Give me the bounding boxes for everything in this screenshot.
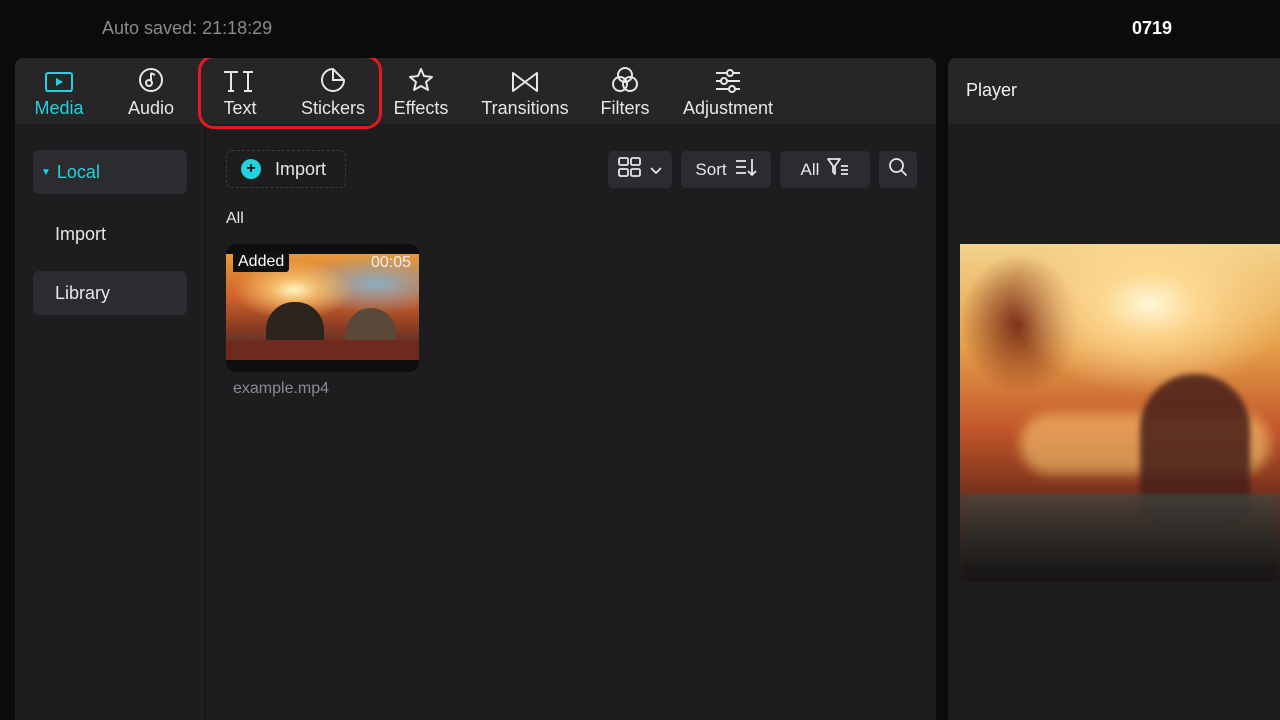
grid-view-icon <box>618 157 642 182</box>
media-sidebar: ▼ Local Import Library <box>15 124 206 720</box>
tab-audio[interactable]: Audio <box>119 58 183 124</box>
sort-button[interactable]: Sort <box>681 151 771 188</box>
import-button[interactable]: + Import <box>226 150 346 188</box>
text-icon <box>222 58 258 96</box>
sort-icon <box>735 157 757 182</box>
sidebar-item-library[interactable]: Library <box>33 271 187 315</box>
tab-transitions-label: Transitions <box>481 98 569 118</box>
media-icon <box>44 58 74 96</box>
tab-filters-label: Filters <box>600 98 650 118</box>
filter-button-label: All <box>800 159 820 179</box>
added-badge: Added <box>233 252 290 272</box>
tab-text-label: Text <box>223 98 257 118</box>
search-button[interactable] <box>879 151 917 188</box>
audio-icon <box>137 58 165 96</box>
chevron-down-icon <box>650 160 662 180</box>
tab-media[interactable]: Media <box>27 58 91 124</box>
filter-icon <box>827 157 849 182</box>
media-filename: example.mp4 <box>233 380 330 397</box>
sort-button-label: Sort <box>695 159 727 179</box>
section-label-all: All <box>226 210 244 227</box>
project-name[interactable]: 0719 <box>1132 18 1172 39</box>
sidebar-item-label: Local <box>56 161 100 182</box>
sidebar-item-import[interactable]: Import <box>33 212 187 256</box>
player-title: Player <box>966 80 1018 100</box>
player-preview[interactable] <box>960 244 1280 582</box>
sidebar-item-label: Library <box>55 282 111 303</box>
sidebar-item-label: Import <box>55 223 107 244</box>
tab-media-label: Media <box>34 98 84 118</box>
tab-filters[interactable]: Filters <box>593 58 657 124</box>
stickers-icon <box>319 58 347 96</box>
search-icon <box>888 157 908 182</box>
tab-text[interactable]: Text <box>208 58 272 124</box>
duration-label: 00:05 <box>370 254 411 271</box>
tab-audio-label: Audio <box>127 98 175 118</box>
tab-effects[interactable]: Effects <box>387 58 455 124</box>
adjustment-icon <box>713 58 743 96</box>
media-content: + Import Sort All All Added 00:05 exampl… <box>207 124 936 720</box>
tab-transitions[interactable]: Transitions <box>473 58 577 124</box>
tab-stickers-label: Stickers <box>300 98 365 118</box>
filter-button[interactable]: All <box>780 151 870 188</box>
transitions-icon <box>510 58 540 96</box>
asset-toolbar: Media Audio Text Stickers Effects Transi… <box>15 58 936 124</box>
tab-adjustment[interactable]: Adjustment <box>675 58 781 124</box>
tab-adjustment-label: Adjustment <box>682 98 774 118</box>
import-button-label: Import <box>275 158 327 179</box>
player-header: Player <box>948 58 1280 124</box>
effects-icon <box>407 58 435 96</box>
tab-stickers[interactable]: Stickers <box>293 58 373 124</box>
top-bar: Auto saved: 21:18:29 0719 <box>0 0 1280 58</box>
media-item-card[interactable]: Added 00:05 <box>226 244 419 372</box>
view-mode-dropdown[interactable] <box>608 151 672 188</box>
filters-icon <box>610 58 640 96</box>
media-panel: Media Audio Text Stickers Effects Transi… <box>15 58 936 720</box>
sidebar-item-local[interactable]: ▼ Local <box>33 150 187 194</box>
tab-effects-label: Effects <box>393 98 449 118</box>
plus-icon: + <box>241 159 261 179</box>
caret-down-icon: ▼ <box>41 166 51 178</box>
player-panel: Player <box>948 58 1280 720</box>
autosave-status: Auto saved: 21:18:29 <box>102 18 273 38</box>
